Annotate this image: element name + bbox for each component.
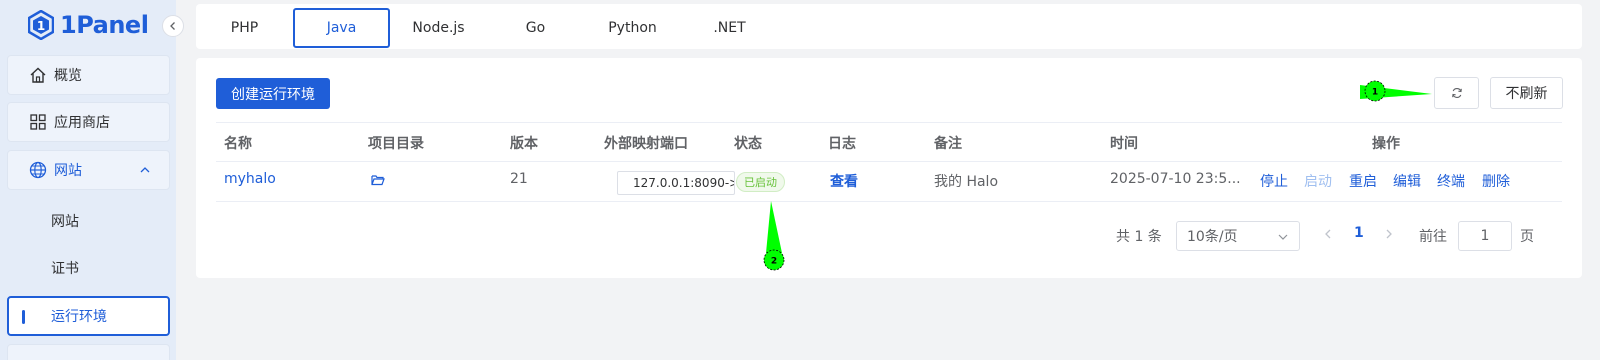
- open-directory-button[interactable]: [371, 174, 385, 194]
- chevron-left-icon: [170, 22, 175, 30]
- tab-php[interactable]: PHP: [196, 8, 293, 48]
- sidebar-item-next[interactable]: [7, 344, 170, 360]
- stop-button[interactable]: 停止: [1260, 171, 1288, 191]
- folder-open-icon: [371, 175, 385, 186]
- column-header-port: 外部映射端口: [604, 136, 688, 152]
- sidebar-item-website[interactable]: 网站: [7, 150, 170, 190]
- delete-button[interactable]: 删除: [1482, 171, 1510, 191]
- page-number-current[interactable]: 1: [1354, 225, 1364, 241]
- column-header-name: 名称: [224, 136, 252, 152]
- home-icon: [28, 65, 48, 85]
- pagination-total: 共 1 条: [1116, 229, 1162, 245]
- sidebar-subitem-label: 证书: [51, 261, 79, 277]
- svg-text:1: 1: [37, 19, 45, 33]
- tab-dotnet[interactable]: .NET: [681, 8, 778, 48]
- status-badge: 已启动: [736, 172, 785, 192]
- refresh-button[interactable]: [1434, 77, 1479, 109]
- column-header-directory: 项目目录: [368, 136, 424, 152]
- runtime-version: 21: [510, 171, 528, 187]
- table-top-divider: [216, 122, 1562, 123]
- sidebar: 1 1Panel 概览 应用商店 网站 网站 证书 运行环境: [0, 0, 184, 360]
- tab-nodejs[interactable]: Node.js: [390, 8, 487, 48]
- goto-label: 前往: [1419, 229, 1447, 245]
- runtime-tabs: PHP Java Node.js Go Python .NET: [196, 4, 1582, 49]
- prev-page-button[interactable]: [1323, 228, 1333, 240]
- start-button[interactable]: 启动: [1304, 171, 1332, 191]
- globe-icon: [28, 160, 48, 180]
- auto-refresh-select[interactable]: 不刷新: [1490, 77, 1563, 109]
- goto-page-input[interactable]: 1: [1458, 221, 1512, 251]
- tab-java[interactable]: Java: [293, 8, 390, 48]
- tab-python[interactable]: Python: [584, 8, 681, 48]
- edit-button[interactable]: 编辑: [1393, 171, 1421, 191]
- column-header-status: 状态: [734, 136, 762, 152]
- port-mapping-tag[interactable]: 127.0.0.1:8090->8: [617, 171, 735, 195]
- logo-icon: 1: [28, 10, 54, 40]
- chevron-down-icon: [1278, 234, 1288, 240]
- next-page-button[interactable]: [1384, 228, 1394, 240]
- column-header-log: 日志: [828, 136, 856, 152]
- create-runtime-button[interactable]: 创建运行环境: [216, 78, 330, 109]
- column-header-remark: 备注: [934, 136, 962, 152]
- sidebar-subitem-runtime[interactable]: 运行环境: [7, 296, 170, 336]
- sidebar-subitem-certificates[interactable]: 证书: [7, 248, 170, 288]
- restart-button[interactable]: 重启: [1349, 171, 1377, 191]
- brand-name: 1Panel: [60, 11, 149, 39]
- runtime-list-card: 创建运行环境 不刷新 名称 项目目录 版本 外部映射端口 状态 日志 备注 时间…: [196, 58, 1582, 278]
- terminal-button[interactable]: 终端: [1437, 171, 1465, 191]
- logo[interactable]: 1 1Panel: [28, 8, 149, 42]
- sidebar-item-label: 网站: [54, 163, 82, 179]
- sidebar-item-overview[interactable]: 概览: [7, 55, 170, 95]
- sidebar-item-label: 应用商店: [54, 115, 110, 131]
- refresh-icon: [1451, 88, 1462, 98]
- tab-go[interactable]: Go: [487, 8, 584, 48]
- sidebar-item-app-store[interactable]: 应用商店: [7, 102, 170, 142]
- chevron-up-icon: [140, 167, 150, 173]
- collapse-sidebar-button[interactable]: [162, 15, 184, 37]
- sidebar-subitem-label: 网站: [51, 214, 79, 230]
- grid-icon: [28, 112, 48, 132]
- sidebar-item-label: 概览: [54, 68, 82, 84]
- table-header-divider: [216, 161, 1562, 162]
- page-suffix: 页: [1520, 229, 1534, 245]
- runtime-remark: 我的 Halo: [934, 174, 999, 190]
- page-size-value: 10条/页: [1187, 229, 1238, 245]
- column-header-actions: 操作: [1372, 136, 1400, 152]
- port-mapping-text: 127.0.0.1:8090->8: [633, 176, 734, 190]
- runtime-time: 2025-07-10 23:5...: [1110, 171, 1241, 187]
- runtime-name-link[interactable]: myhalo: [224, 171, 276, 191]
- page-size-select[interactable]: 10条/页: [1176, 221, 1300, 251]
- view-log-link[interactable]: 查看: [830, 171, 858, 191]
- sidebar-subitem-label: 运行环境: [51, 309, 107, 325]
- sidebar-subitem-websites[interactable]: 网站: [7, 201, 170, 241]
- column-header-time: 时间: [1110, 136, 1138, 152]
- table-row-divider: [216, 201, 1562, 202]
- column-header-version: 版本: [510, 136, 538, 152]
